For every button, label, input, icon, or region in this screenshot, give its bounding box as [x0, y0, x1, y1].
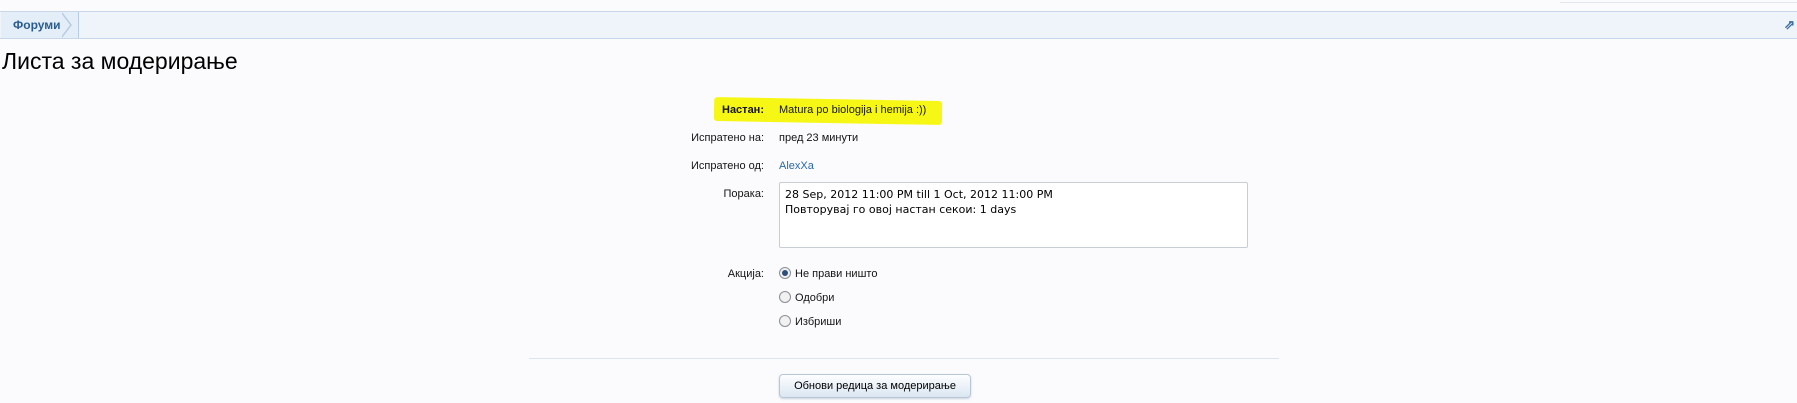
- action-option-label: Не прави ништо: [795, 268, 878, 280]
- action-option-do-nothing[interactable]: Не прави ништо: [779, 267, 878, 280]
- message-label: Порака:: [723, 188, 765, 200]
- message-textarea[interactable]: 28 Sep, 2012 11:00 PM till 1 Oct, 2012 1…: [779, 182, 1248, 248]
- event-label: Настан:: [722, 104, 764, 116]
- sent-on-label: Испратено на:: [691, 132, 764, 144]
- radio-button[interactable]: [779, 267, 791, 280]
- message-line-1: 28 Sep, 2012 11:00 PM till 1 Oct, 2012 1…: [785, 188, 1053, 201]
- update-moderation-queue-button[interactable]: Обнови редица за модерирање: [779, 374, 971, 398]
- breadcrumb-separator-inner: [61, 13, 70, 37]
- breadcrumb: Форуми ⇗: [0, 11, 1797, 39]
- action-option-label: Одобри: [795, 292, 835, 304]
- form-divider: [529, 358, 1279, 359]
- top-decor-line: [1560, 0, 1797, 3]
- action-option-delete[interactable]: Избриши: [779, 315, 842, 328]
- breadcrumb-label[interactable]: Форуми: [13, 18, 61, 32]
- action-option-approve[interactable]: Одобри: [779, 291, 835, 304]
- event-value: Matura po biologija i hemija :)): [779, 104, 927, 116]
- sent-by-label: Испратено од:: [691, 160, 764, 172]
- radio-button[interactable]: [779, 291, 791, 304]
- page-title: Листа за модерирање: [2, 48, 238, 74]
- action-label: Акција:: [727, 268, 764, 280]
- sent-on-value: пред 23 минути: [779, 132, 859, 144]
- action-option-label: Избриши: [795, 316, 842, 328]
- jump-to-icon[interactable]: ⇗: [1784, 17, 1795, 33]
- message-line-2: Повторувај го овој настан секои: 1 days: [785, 203, 1017, 216]
- radio-button[interactable]: [779, 315, 791, 328]
- sent-by-link[interactable]: AlexXa: [779, 160, 814, 172]
